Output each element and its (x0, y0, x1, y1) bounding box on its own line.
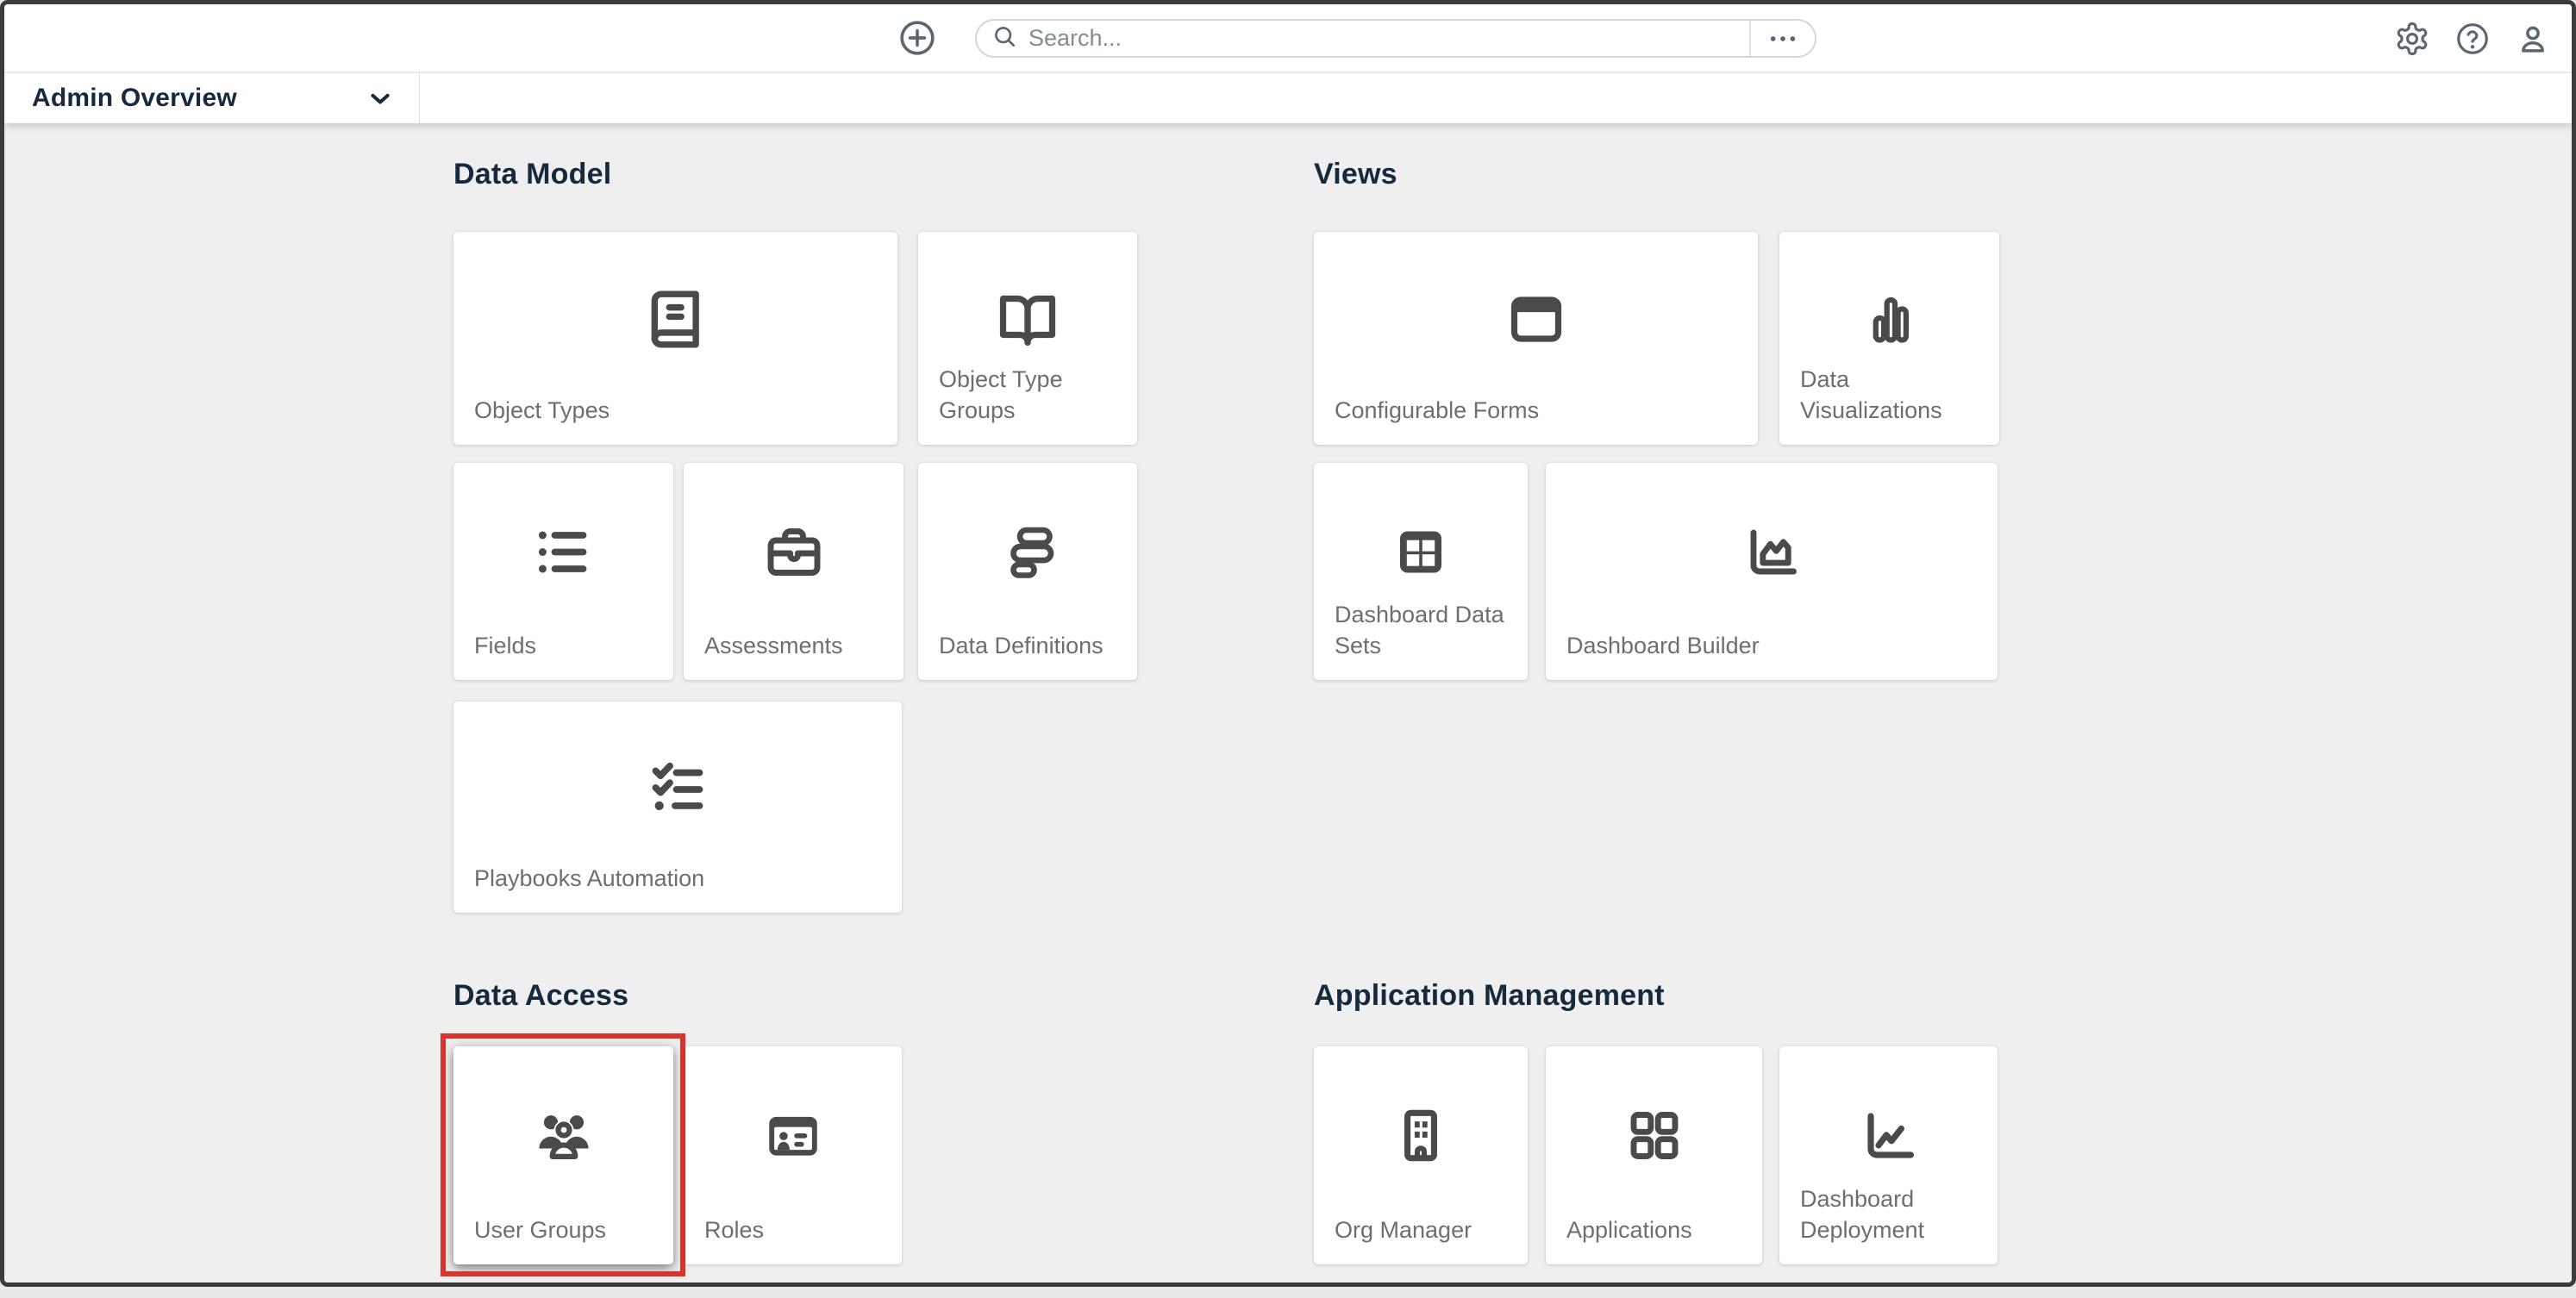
list-icon (533, 521, 595, 587)
building-icon (1389, 1104, 1453, 1172)
tile-fields[interactable]: Fields (453, 463, 673, 680)
book-icon (644, 287, 708, 355)
search-icon (991, 22, 1018, 54)
table-grid-icon (1390, 521, 1452, 587)
topbar-right-icons (2394, 4, 2551, 72)
tile-playbooks-automation[interactable]: Playbooks Automation (453, 702, 902, 913)
tile-applications[interactable]: Applications (1546, 1046, 1762, 1264)
tile-label: Playbooks Automation (474, 863, 890, 894)
section-title-views: Views (1314, 158, 1397, 191)
tile-label: Configurable Forms (1335, 395, 1746, 426)
user-icon[interactable] (2515, 21, 2551, 57)
checklist-icon (647, 757, 709, 823)
browser-window-icon (1505, 288, 1567, 354)
tile-object-type-groups[interactable]: Object Type Groups (918, 232, 1137, 445)
tile-user-groups[interactable]: User Groups (453, 1046, 673, 1264)
tile-data-definitions[interactable]: Data Definitions (918, 463, 1137, 680)
tile-label: Dashboard Deployment (1800, 1183, 1985, 1245)
tile-label: Org Manager (1335, 1214, 1516, 1245)
tile-label: Data Visualizations (1800, 364, 1987, 426)
admin-overview-content: Data Model Views Data Access Application… (4, 123, 2572, 1282)
line-chart-icon (1858, 1105, 1920, 1171)
top-bar (4, 4, 2572, 72)
section-title-data-model: Data Model (453, 158, 611, 191)
section-title-data-access: Data Access (453, 979, 628, 1013)
tile-label: User Groups (474, 1214, 661, 1245)
tile-label: Object Type Groups (939, 364, 1125, 426)
tile-dashboard-builder[interactable]: Dashboard Builder (1546, 463, 1998, 680)
search-input[interactable] (1029, 25, 1749, 52)
add-circle-icon[interactable] (897, 18, 937, 58)
admin-overview-label: Admin Overview (32, 84, 237, 113)
tile-data-visualizations[interactable]: Data Visualizations (1779, 232, 1999, 445)
open-book-icon (997, 288, 1059, 354)
tile-configurable-forms[interactable]: Configurable Forms (1314, 232, 1758, 445)
search-bar[interactable] (975, 19, 1816, 58)
nav-divider (419, 73, 420, 123)
tile-label: Object Types (474, 395, 885, 426)
settings-gear-icon[interactable] (2394, 21, 2430, 57)
tile-label: Dashboard Data Sets (1335, 599, 1516, 661)
briefcase-icon (763, 521, 825, 587)
tile-dashboard-data-sets[interactable]: Dashboard Data Sets (1314, 463, 1528, 680)
tile-object-types[interactable]: Object Types (453, 232, 897, 445)
tile-label: Roles (704, 1214, 890, 1245)
user-group-icon (530, 1102, 597, 1174)
admin-overview-dropdown[interactable]: Admin Overview (4, 73, 419, 123)
tile-dashboard-deployment[interactable]: Dashboard Deployment (1779, 1046, 1998, 1264)
app-window: Admin Overview Data Model Views Data Acc… (0, 0, 2576, 1287)
bar-chart-icon (1859, 288, 1921, 354)
id-card-icon (761, 1104, 825, 1172)
tile-assessments[interactable]: Assessments (684, 463, 903, 680)
section-title-application-management: Application Management (1314, 979, 1665, 1013)
tile-label: Applications (1566, 1214, 1750, 1245)
tile-label: Fields (474, 630, 661, 661)
more-dots-icon[interactable] (1751, 20, 1815, 58)
area-chart-icon (1741, 521, 1803, 587)
secondary-nav-bar: Admin Overview (4, 73, 2572, 123)
help-icon[interactable] (2454, 21, 2491, 57)
grid-squares-icon (1623, 1105, 1685, 1171)
tile-label: Data Definitions (939, 630, 1125, 661)
tile-label: Assessments (704, 630, 891, 661)
chevron-down-icon (365, 83, 396, 114)
tile-org-manager[interactable]: Org Manager (1314, 1046, 1528, 1264)
tile-label: Dashboard Builder (1566, 630, 1985, 661)
stacked-bars-icon (997, 521, 1059, 587)
tile-roles[interactable]: Roles (684, 1046, 902, 1264)
